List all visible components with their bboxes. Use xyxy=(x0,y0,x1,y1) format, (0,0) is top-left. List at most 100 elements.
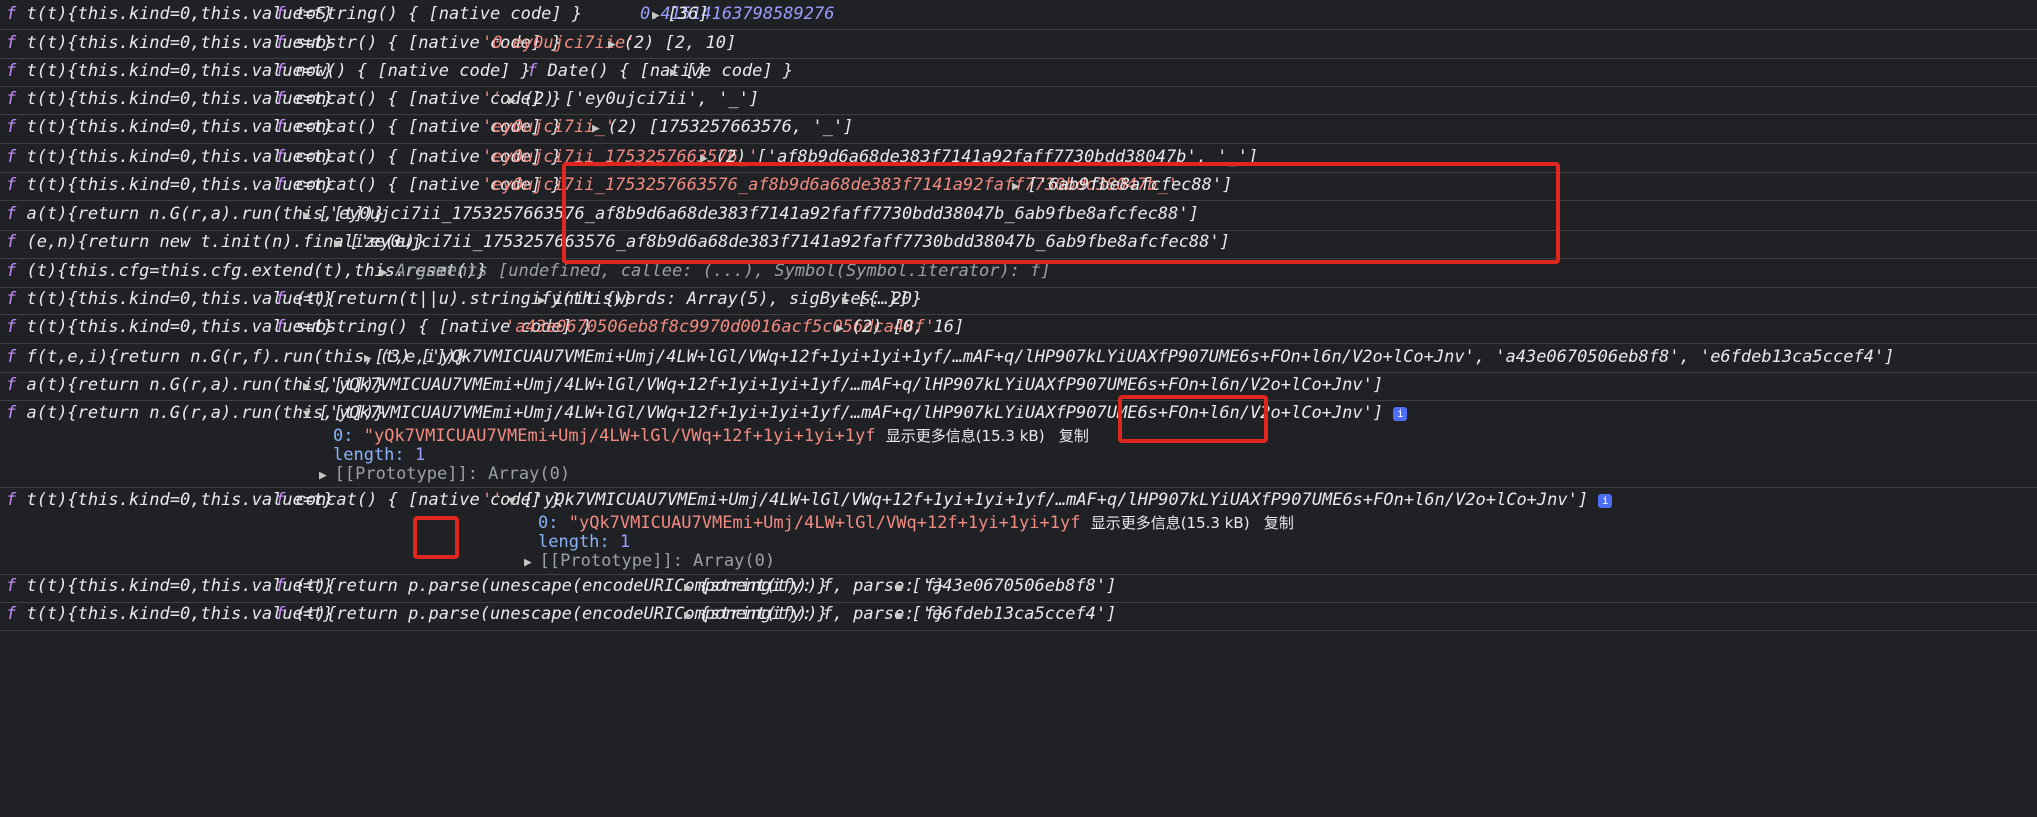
array2-10[interactable]: ▶ [{…}] xyxy=(842,287,909,311)
array-1[interactable]: ▶ (2) [2, 10] xyxy=(608,31,736,55)
item-value: "yQk7VMICUAU7VMEmi+Umj/4LW+lGl/VWq+12f+1… xyxy=(363,426,886,446)
fn2-17-f: f xyxy=(275,604,296,624)
array-2[interactable]: ▶ [] xyxy=(670,59,706,83)
array2-text: [{…}] xyxy=(857,289,909,309)
console-row-15: f t(t){this.kind=0,this.value=t} f concat… xyxy=(0,487,2037,575)
expand-triangle-icon[interactable]: ▶ xyxy=(538,293,554,308)
fn1-3-f: f xyxy=(6,89,27,109)
console-row-13: f a(t){return n.G(r,a).run(this,[t])} ▶ [… xyxy=(0,372,2037,401)
expand-triangle-icon[interactable]: ▶ xyxy=(896,608,912,623)
fn1-1-f: f xyxy=(6,33,27,53)
array-16[interactable]: ▶ ['a43e0670506eb8f8'] xyxy=(896,574,1116,598)
array-text: ['e6fdeb13ca5ccef4'] xyxy=(911,604,1117,624)
expand-triangle-icon[interactable]: ▶ xyxy=(508,93,524,108)
collapse-triangle-icon[interactable]: ▼ xyxy=(508,494,524,509)
array-7[interactable]: ▶ ['ey0ujci7ii_1753257663576_af8b9d6a68d… xyxy=(303,202,1199,226)
array-text: (2) [1753257663576, '_'] xyxy=(607,117,854,137)
fn2-5-f: f xyxy=(275,147,296,167)
expand-triangle-icon[interactable]: ▶ xyxy=(303,208,319,223)
expanded-item-0: 0: "yQk7VMICUAU7VMEmi+Umj/4LW+lGl/VWq+12… xyxy=(538,511,1294,535)
expand-triangle-icon[interactable]: ▶ xyxy=(700,151,716,166)
fn1-4-f: f xyxy=(6,117,27,137)
expanded-prototype[interactable]: ▶ [[Prototype]]: Array(0) xyxy=(524,549,775,573)
fn2-0: f toString() { [native code] } xyxy=(275,2,582,26)
expand-triangle-icon[interactable]: ▶ xyxy=(1012,179,1028,194)
collapse-triangle-icon[interactable]: ▼ xyxy=(303,407,319,422)
array-11[interactable]: ▶ (2) [0, 16] xyxy=(836,315,964,339)
copy-button[interactable]: 复制 xyxy=(1250,514,1294,532)
expand-triangle-icon[interactable]: ▶ xyxy=(670,65,686,80)
fn2-2: f now() { [native code] } xyxy=(275,59,531,83)
fn2-2-f: f xyxy=(275,61,296,81)
array-17[interactable]: ▶ ['e6fdeb13ca5ccef4'] xyxy=(896,602,1116,626)
fn1-15-f: f xyxy=(6,490,27,510)
fn1-14-f: f xyxy=(6,403,27,423)
fn1-13-f: f xyxy=(6,375,27,395)
show-more-link[interactable]: 显示更多信息(15.3 kB) xyxy=(886,427,1045,445)
expand-triangle-icon[interactable]: ▶ xyxy=(684,608,700,623)
array-text: [] xyxy=(685,61,707,81)
array-3[interactable]: ▶ (2) ['ey0ujci7ii', '_'] xyxy=(508,87,759,111)
expand-triangle-icon[interactable]: ▶ xyxy=(303,379,319,394)
array-text: ['6ab9fbe8afcfec88'] xyxy=(1027,175,1233,195)
fn1-2-f: f xyxy=(6,61,27,81)
expand-triangle-icon[interactable]: ▶ xyxy=(380,265,396,280)
console-row-6: f t(t){this.kind=0,this.value=t} f concat… xyxy=(0,172,2037,201)
fn2-0-body: toString() { [native code] } xyxy=(295,4,583,24)
array-text: (2) ['ey0ujci7ii', '_'] xyxy=(523,89,760,109)
info-icon[interactable]: i xyxy=(1393,407,1408,421)
expand-triangle-icon[interactable]: ▶ xyxy=(684,580,700,595)
expand-triangle-icon[interactable]: ▶ xyxy=(896,580,912,595)
array-8[interactable]: ▶ ['ey0ujci7ii_1753257663576_af8b9d6a68d… xyxy=(334,230,1230,254)
array-14[interactable]: ▼ ['yQk7VMICUAU7VMEmi+Umj/4LW+lGl/VWq+12… xyxy=(303,401,1408,425)
expand-triangle-icon[interactable]: ▶ xyxy=(836,321,852,336)
info-icon[interactable]: i xyxy=(1598,494,1613,508)
expand-triangle-icon[interactable]: ▶ xyxy=(608,37,624,52)
array-text: ['a43e0670506eb8f8'] xyxy=(911,576,1117,596)
expanded-prototype[interactable]: ▶ [[Prototype]]: Array(0) xyxy=(319,462,570,486)
expand-triangle-icon[interactable]: ▶ xyxy=(652,8,668,23)
console-row-8: f (e,n){return new t.init(n).finalize(e)… xyxy=(0,230,2037,259)
array-text: Arguments [undefined, callee: (...), Sym… xyxy=(395,261,1051,281)
array-15[interactable]: ▼ ['yQk7VMICUAU7VMEmi+Umj/4LW+lGl/VWq+12… xyxy=(508,488,1613,512)
array-9[interactable]: ▶ Arguments [undefined, callee: (...), S… xyxy=(380,259,1051,283)
array-0[interactable]: ▶ [36] xyxy=(652,2,709,26)
fn1-17-f: f xyxy=(6,604,27,624)
fn3-2: f Date() { [native code] } xyxy=(527,59,793,83)
console-row-7: f a(t){return n.G(r,a).run(this,[t])} ▶ [… xyxy=(0,200,2037,231)
array-5[interactable]: ▶ (2) ['af8b9d6a68de383f7141a92faff7730b… xyxy=(700,145,1258,169)
fn1-16-f: f xyxy=(6,576,27,596)
show-more-link[interactable]: 显示更多信息(15.3 kB) xyxy=(1091,514,1250,532)
array-text: ['ey0ujci7ii_1753257663576_af8b9d6a68de3… xyxy=(349,232,1230,252)
fn1-12-f: f xyxy=(6,347,27,367)
fn1-6-f: f xyxy=(6,175,27,195)
fn1-9-f: f xyxy=(6,261,27,281)
array-text: [36] xyxy=(667,4,709,24)
fn1-7-f: f xyxy=(6,204,27,224)
array-text: ['yQk7VMICUAU7VMEmi+Umj/4LW+lGl/VWq+12f+… xyxy=(523,490,1589,510)
expand-triangle-icon[interactable]: ▶ xyxy=(524,555,540,570)
fn2-4-f: f xyxy=(275,117,296,137)
array-text: ['ey0ujci7ii_1753257663576_af8b9d6a68de3… xyxy=(318,204,1199,224)
devtools-console: f t(t){this.kind=0,this.value=t} f toStri… xyxy=(0,0,2037,817)
expand-triangle-icon[interactable]: ▶ xyxy=(592,121,608,136)
fn2-15-f: f xyxy=(275,490,296,510)
array-12[interactable]: ▶ (3) ['yQk7VMICUAU7VMEmi+Umj/4LW+lGl/VW… xyxy=(364,345,1894,369)
fn1-5-f: f xyxy=(6,147,27,167)
array-6[interactable]: ▶ ['6ab9fbe8afcfec88'] xyxy=(1012,173,1232,197)
copy-button[interactable]: 复制 xyxy=(1045,427,1089,445)
expand-triangle-icon[interactable]: ▶ xyxy=(842,293,858,308)
array-text: (3) ['yQk7VMICUAU7VMEmi+Umj/4LW+lGl/VWq+… xyxy=(379,347,1895,367)
console-row-2: f t(t){this.kind=0,this.value=t} f now() … xyxy=(0,58,2037,87)
array-4[interactable]: ▶ (2) [1753257663576, '_'] xyxy=(592,115,853,139)
fn2-0-f: f xyxy=(275,4,296,24)
expand-triangle-icon[interactable]: ▶ xyxy=(334,236,350,251)
array-13[interactable]: ▶ ['yQk7VMICUAU7VMEmi+Umj/4LW+lGl/VWq+12… xyxy=(303,373,1383,397)
expand-triangle-icon[interactable]: ▶ xyxy=(364,351,380,366)
expand-triangle-icon[interactable]: ▶ xyxy=(319,468,335,483)
console-row-3: f t(t){this.kind=0,this.value=t} f concat… xyxy=(0,86,2037,115)
fn3-2-f: f xyxy=(527,61,548,81)
value-3: '' xyxy=(482,89,503,109)
array-text: (2) [2, 10] xyxy=(623,33,737,53)
array-text: (2) [0, 16] xyxy=(851,317,965,337)
